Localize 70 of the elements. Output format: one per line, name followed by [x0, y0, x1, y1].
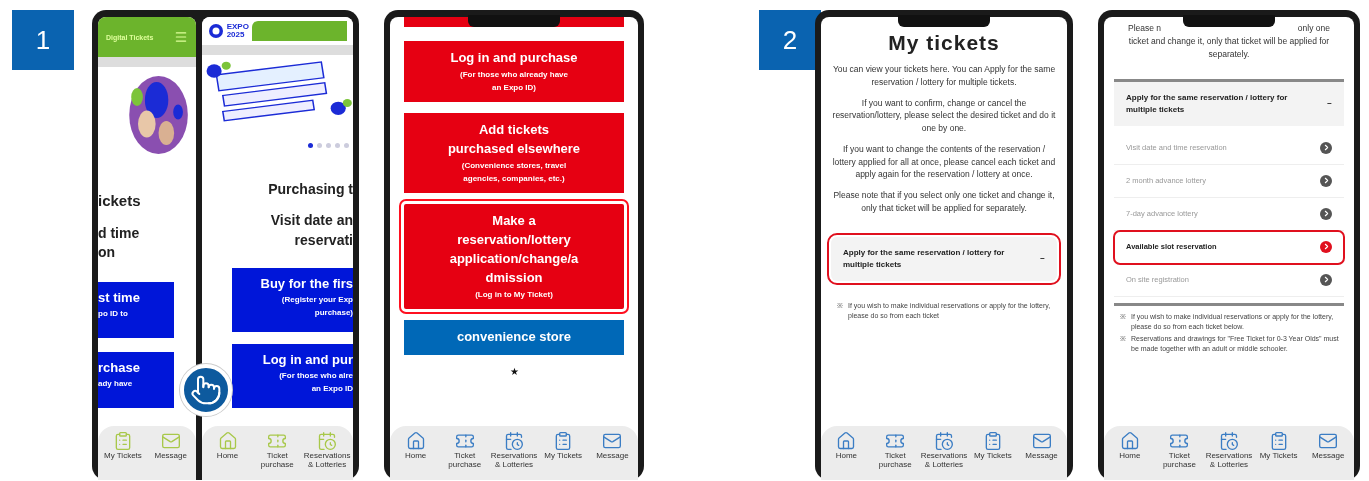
- nav-tab[interactable]: Home: [1105, 431, 1155, 461]
- purchase-button[interactable]: rchase ady have: [98, 352, 174, 409]
- step-number: 2: [759, 10, 821, 70]
- nav-tab[interactable]: Ticket purchase: [1154, 431, 1205, 470]
- menu-icon[interactable]: [173, 30, 188, 44]
- chevron-icon: [1320, 207, 1332, 220]
- chevron-icon: [1320, 273, 1332, 286]
- carousel-dot[interactable]: [308, 143, 313, 148]
- envelope-icon: [602, 431, 623, 451]
- envelope-icon: [160, 431, 181, 451]
- chevron-icon: [1320, 174, 1332, 187]
- purchase-button[interactable]: st time po ID to: [98, 282, 174, 339]
- house-icon: [405, 431, 426, 451]
- section-subtitle: d time: [98, 225, 141, 241]
- info-paragraph: ticket and change it, only that ticket will be applied for separately.: [1127, 35, 1331, 61]
- nav-tab[interactable]: Ticket purchase: [870, 431, 920, 470]
- section-subtitle: Visit date an: [269, 213, 353, 229]
- nav-tab[interactable]: Reservations & Lotteries: [489, 431, 539, 470]
- menu-button[interactable]: convenience store: [404, 320, 624, 356]
- nav-tab[interactable]: My Tickets: [968, 431, 1018, 461]
- accordion-header[interactable]: Apply for the same reservation / lottery for multiple tickets −: [1114, 78, 1344, 126]
- section-title: Purchasing t: [267, 182, 353, 198]
- purchase-button[interactable]: Log in and pur (For those who alre an Expo ID: [231, 344, 353, 409]
- nav-tab[interactable]: Reservations & Lotteries: [919, 431, 969, 470]
- chevron-icon: [1320, 141, 1332, 154]
- logo-text: EXPO 2025: [226, 23, 249, 39]
- nav-tab[interactable]: Message: [1017, 431, 1066, 461]
- info-paragraph: Please note that if you select only one ticket and change it, only that ticket will be applied for separately.: [832, 189, 1056, 215]
- page-title: My tickets: [887, 30, 1001, 55]
- calendar-icon: [317, 431, 338, 451]
- calendar-icon: [934, 431, 954, 451]
- nav-tab[interactable]: Home: [391, 431, 441, 461]
- info-paragraph: You can view your tickets here. You can Apply for the same reservation / lottery for multiple tickets.: [831, 63, 1057, 89]
- envelope-icon: [1031, 431, 1052, 451]
- house-icon: [836, 431, 857, 451]
- nav-tab[interactable]: Message: [1303, 431, 1353, 461]
- step-number: 1: [12, 10, 74, 70]
- house-icon: [217, 431, 238, 451]
- info-paragraph: If you want to confirm, change or cancel the reservation/lottery, please select the desired ticket and do it one by one.: [831, 96, 1057, 135]
- menu-button[interactable]: Log in and purchase (For those who already have an Expo ID): [404, 41, 624, 103]
- house-icon: [1119, 431, 1140, 451]
- carousel-dot[interactable]: [335, 143, 340, 148]
- purchase-button[interactable]: Buy for the firs (Register your Exp purchase): [231, 268, 353, 333]
- nav-tab[interactable]: Home: [822, 431, 871, 461]
- carousel-dot[interactable]: [344, 143, 349, 148]
- nav-tab[interactable]: Reservations & Lotteries: [302, 431, 352, 470]
- nav-tab[interactable]: Ticket purchase: [440, 431, 490, 470]
- nav-tab[interactable]: My Tickets: [1253, 431, 1304, 461]
- nav-tab[interactable]: Message: [146, 431, 195, 461]
- calendar-icon: [1219, 431, 1239, 451]
- logo-icon: [207, 23, 224, 39]
- nav-tab[interactable]: Reservations & Lotteries: [1204, 431, 1254, 470]
- envelope-icon: [1318, 431, 1339, 451]
- star-mark: ★: [508, 366, 520, 378]
- carousel-dot[interactable]: [326, 143, 331, 148]
- menu-button[interactable]: Add tickets purchased elsewhere (Convenience stores, travel agencies, companies, etc.): [404, 113, 624, 194]
- section-title: ickets: [98, 193, 142, 210]
- carousel-dot[interactable]: [317, 143, 322, 148]
- nav-tab[interactable]: Home: [202, 431, 253, 461]
- info-paragraph: If you want to change the contents of the reservation / lottery applied for all at once, please cancel each ticket and apply again for the reservation / lottery at once.: [831, 142, 1057, 181]
- nav-tab[interactable]: My Tickets: [99, 431, 147, 461]
- chevron-icon: [1320, 240, 1332, 253]
- nav-tab[interactable]: Ticket purchase: [252, 431, 303, 470]
- section-subtitle: on: [98, 244, 117, 261]
- calendar-icon: [504, 431, 524, 451]
- section-subtitle: reservati: [293, 232, 353, 249]
- info-paragraph: only one: [1297, 23, 1330, 33]
- nav-tab[interactable]: My Tickets: [538, 431, 588, 461]
- info-paragraph: Please n: [1128, 23, 1162, 33]
- nav-tab[interactable]: Message: [587, 431, 637, 461]
